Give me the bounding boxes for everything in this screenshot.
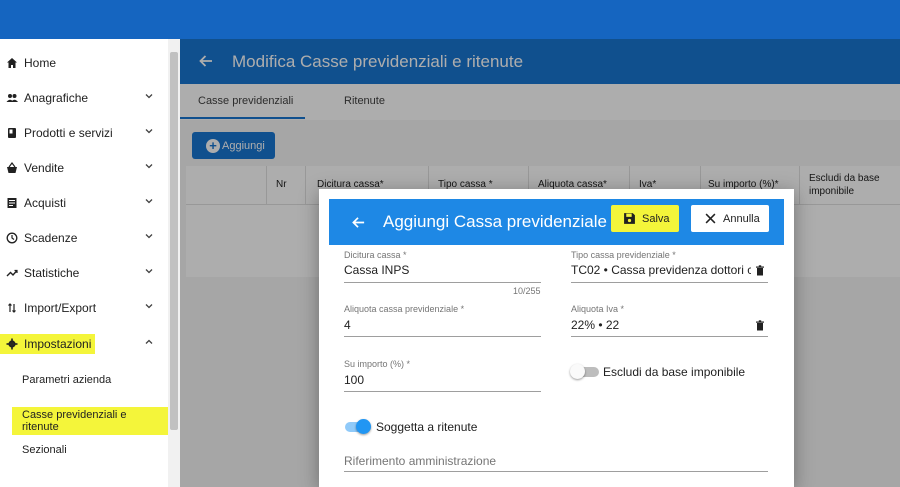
sidebar-item-impostazioni[interactable]: Impostazioni bbox=[0, 326, 168, 361]
aliquota-cassa-underline bbox=[344, 336, 541, 337]
riferimento-amministrazione-input[interactable]: Riferimento amministrazione bbox=[344, 454, 496, 468]
home-icon bbox=[7, 57, 17, 68]
trash-icon[interactable] bbox=[755, 320, 765, 331]
basket-icon bbox=[7, 161, 17, 173]
trash-icon[interactable] bbox=[755, 265, 765, 276]
sidebar: Home Anagrafiche Prodotti e servizi Vend… bbox=[0, 39, 168, 487]
tipo-cassa-underline bbox=[571, 282, 768, 283]
su-importo-label: Su importo (%) * bbox=[344, 359, 411, 369]
chevron-down-icon bbox=[145, 234, 153, 239]
su-importo-underline bbox=[344, 391, 541, 392]
aliquota-iva-select[interactable]: 22% • 22 bbox=[571, 318, 619, 332]
ritenute-toggle-label: Soggetta a ritenute bbox=[376, 420, 478, 434]
chevron-down-icon bbox=[145, 269, 153, 274]
sidebar-item-anagrafiche[interactable]: Anagrafiche bbox=[0, 80, 168, 115]
sidebar-item-label: Vendite bbox=[24, 160, 65, 175]
dialog-title: Aggiungi Cassa previdenziale bbox=[383, 212, 607, 231]
riferimento-underline bbox=[344, 471, 768, 472]
book-icon bbox=[8, 127, 16, 138]
chevron-down-icon bbox=[145, 129, 153, 134]
dicitura-char-counter: 10/255 bbox=[513, 286, 541, 296]
sidebar-item-label: Statistiche bbox=[24, 265, 80, 280]
sidebar-item-vendite[interactable]: Vendite bbox=[0, 150, 168, 185]
dicitura-input[interactable]: Cassa INPS bbox=[344, 263, 540, 277]
save-button-label: Salva bbox=[642, 212, 670, 225]
cancel-button[interactable]: Annulla bbox=[691, 205, 769, 232]
close-icon bbox=[705, 213, 716, 224]
su-importo-input[interactable]: 100 bbox=[344, 373, 364, 387]
document-icon bbox=[7, 197, 17, 208]
sidebar-item-label: Prodotti e servizi bbox=[24, 125, 113, 140]
cancel-button-label: Annulla bbox=[723, 212, 760, 225]
chevron-down-icon bbox=[145, 199, 153, 204]
chevron-down-icon bbox=[145, 304, 153, 309]
aliquota-iva-underline bbox=[571, 336, 768, 337]
sidebar-item-acquisti[interactable]: Acquisti bbox=[0, 185, 168, 220]
sidebar-item-label: Scadenze bbox=[24, 230, 78, 245]
add-cassa-dialog: Aggiungi Cassa previdenziale Salva Annul… bbox=[319, 189, 794, 487]
aliquota-iva-label: Aliquota Iva * bbox=[571, 304, 625, 314]
app-top-bar bbox=[0, 0, 900, 39]
sidebar-item-label: Acquisti bbox=[24, 195, 67, 210]
back-arrow-icon[interactable] bbox=[351, 215, 366, 230]
dialog-header: Aggiungi Cassa previdenziale Salva Annul… bbox=[329, 199, 784, 245]
sidebar-item-label: Impostazioni bbox=[24, 336, 92, 351]
sidebar-subitem-parametri-azienda[interactable]: Parametri azienda bbox=[22, 374, 111, 386]
highlight-mark: Impostazioni bbox=[0, 333, 96, 354]
sidebar-item-scadenze[interactable]: Scadenze bbox=[0, 220, 168, 255]
trend-icon bbox=[6, 269, 18, 276]
sidebar-item-import-export[interactable]: Import/Export bbox=[0, 290, 168, 325]
aliquota-cassa-input[interactable]: 4 bbox=[344, 318, 351, 332]
chevron-down-icon bbox=[145, 94, 153, 99]
save-button[interactable]: Salva bbox=[611, 205, 679, 232]
sidebar-item-prodotti[interactable]: Prodotti e servizi bbox=[0, 115, 168, 150]
dicitura-label: Dicitura cassa * bbox=[344, 250, 407, 260]
aliquota-cassa-label: Aliquota cassa previdenziale * bbox=[344, 304, 465, 314]
chevron-down-icon bbox=[145, 164, 153, 169]
sidebar-subitem-casse-previdenziali[interactable]: Casse previdenziali e ritenute bbox=[12, 407, 168, 435]
ritenute-toggle-thumb[interactable] bbox=[356, 419, 371, 434]
sidebar-item-label: Import/Export bbox=[24, 300, 97, 315]
tipo-cassa-label: Tipo cassa previdenziale * bbox=[571, 250, 676, 260]
escludi-toggle-label: Escludi da base imponibile bbox=[603, 365, 746, 379]
sidebar-item-label: Anagrafiche bbox=[24, 90, 89, 105]
people-icon bbox=[6, 93, 18, 102]
escludi-toggle-thumb[interactable] bbox=[570, 364, 585, 379]
chevron-up-icon bbox=[145, 339, 153, 344]
import-export-icon bbox=[8, 302, 16, 313]
sidebar-item-home[interactable]: Home bbox=[0, 45, 168, 80]
sidebar-scroll-thumb[interactable] bbox=[170, 52, 178, 430]
sidebar-subitem-sezionali[interactable]: Sezionali bbox=[22, 444, 67, 456]
sidebar-item-statistiche[interactable]: Statistiche bbox=[0, 255, 168, 290]
clock-icon bbox=[6, 232, 18, 243]
floppy-disk-icon bbox=[624, 213, 635, 224]
tipo-cassa-select[interactable]: TC02 • Cassa previdenza dottori cc bbox=[571, 263, 751, 277]
dicitura-underline bbox=[344, 282, 541, 283]
sidebar-item-label: Home bbox=[24, 55, 57, 70]
gear-icon bbox=[6, 338, 18, 349]
